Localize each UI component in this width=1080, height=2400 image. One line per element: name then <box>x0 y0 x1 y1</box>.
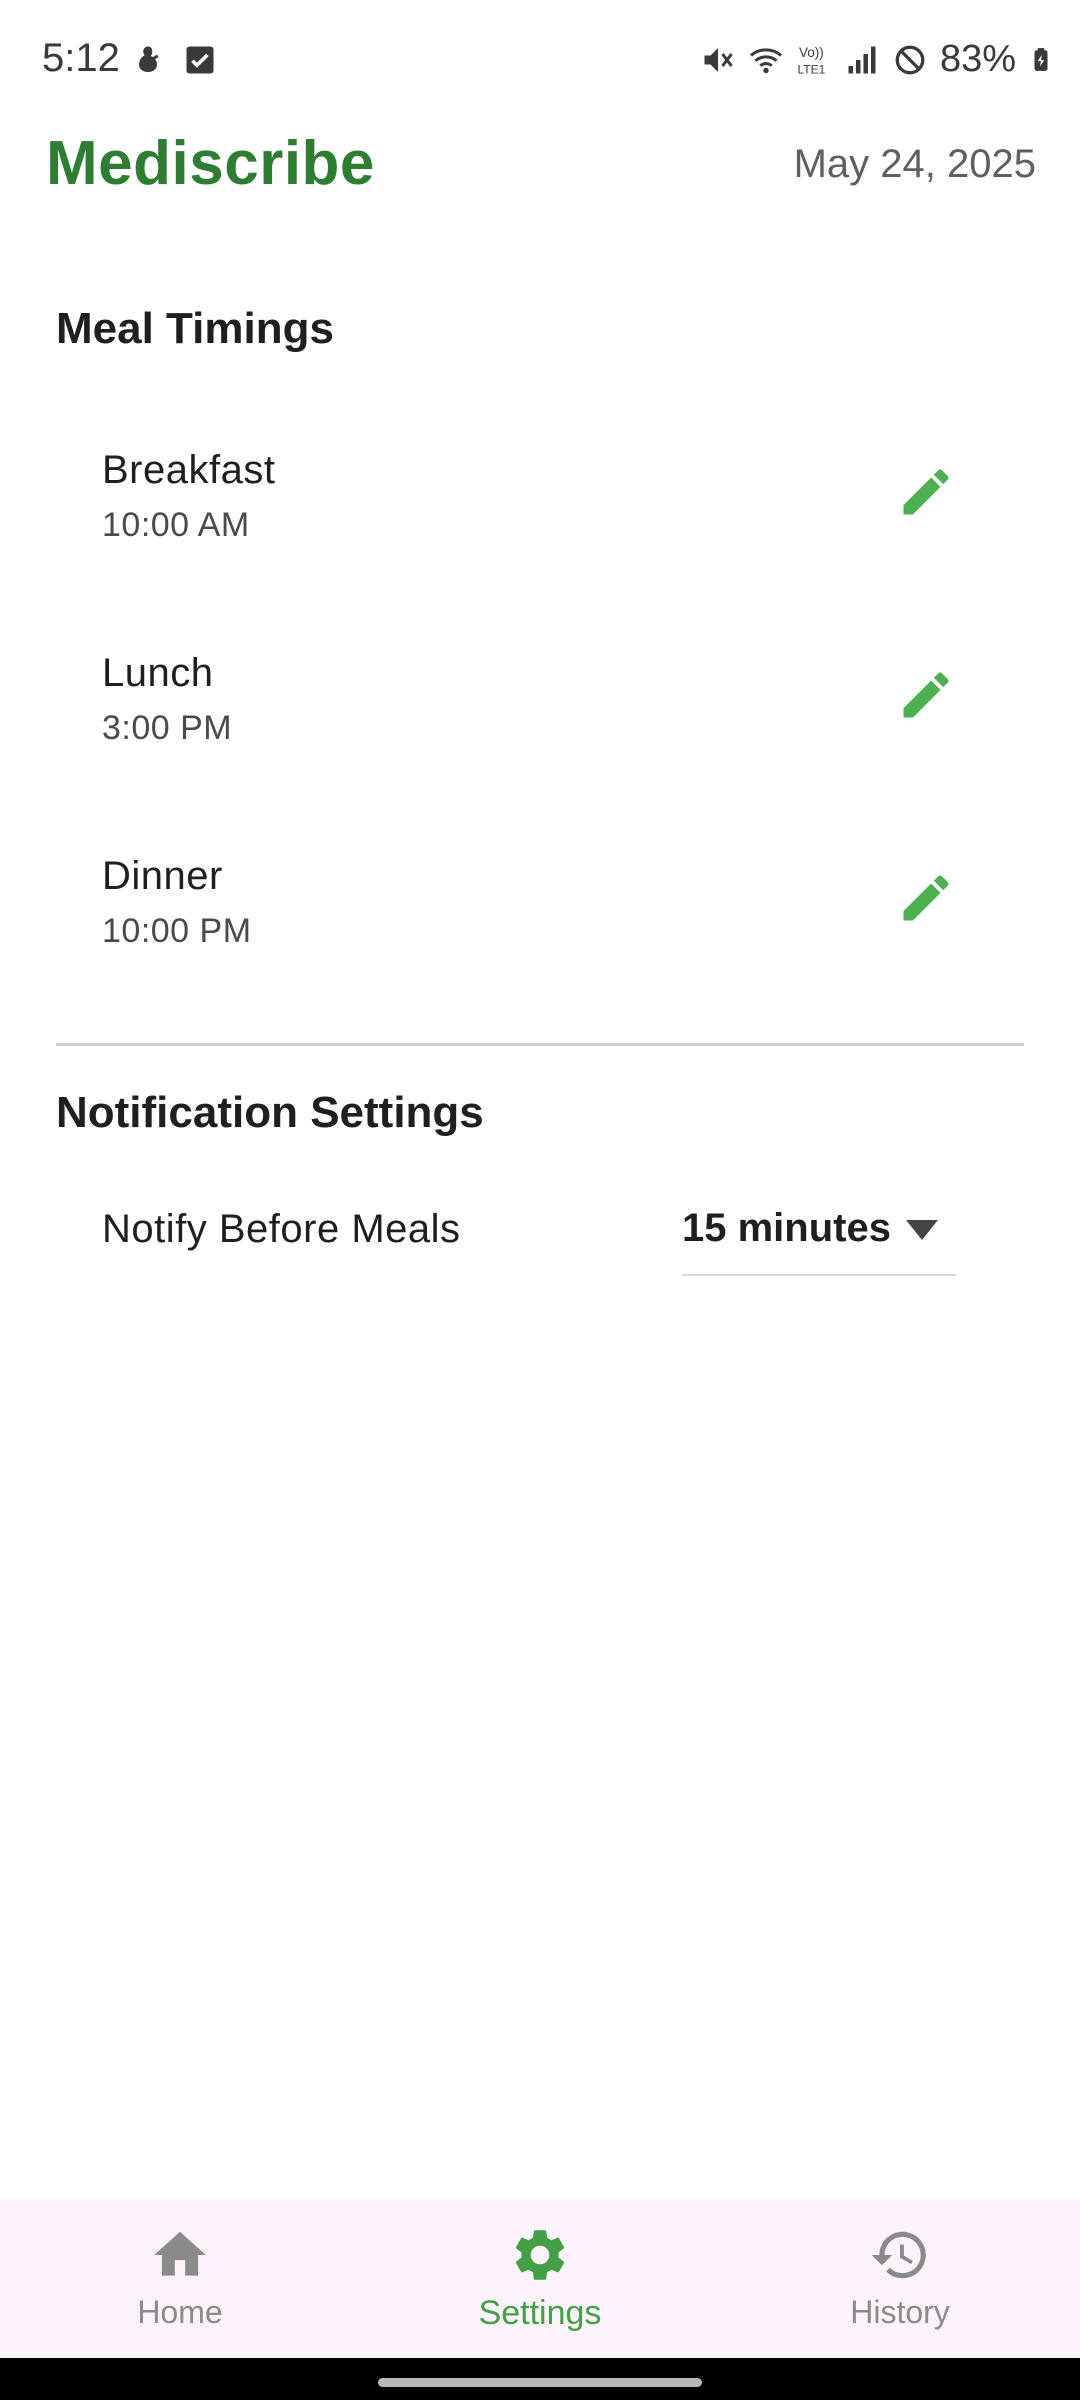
edit-pencil-icon <box>903 469 949 515</box>
meal-time: 10:00 PM <box>102 912 252 950</box>
do-not-disturb-icon <box>895 45 925 74</box>
meal-name: Dinner <box>102 854 223 898</box>
nav-label-history: History <box>850 2294 950 2330</box>
notification-settings-title: Notification Settings <box>56 1088 484 1137</box>
gesture-navigation-area <box>0 2358 1080 2400</box>
edit-dinner-button[interactable] <box>896 868 956 928</box>
svg-text:Vo)): Vo)) <box>799 45 824 60</box>
wifi-icon <box>749 47 782 73</box>
nav-settings[interactable]: Settings <box>360 2200 720 2358</box>
nav-label-settings: Settings <box>478 2294 602 2332</box>
volte-icon: Vo)) LTE1 <box>797 45 825 77</box>
status-bar: 5:12 Vo)) LTE1 83% <box>0 0 1080 120</box>
gear-icon <box>515 2230 565 2280</box>
meal-time: 10:00 AM <box>102 506 250 544</box>
nav-home[interactable]: Home <box>0 2200 360 2358</box>
dropdown-arrow-icon <box>906 1220 938 1240</box>
meal-timings-title: Meal Timings <box>56 304 334 353</box>
notify-before-meals-label: Notify Before Meals <box>102 1207 461 1251</box>
edit-pencil-icon <box>903 672 949 718</box>
svg-text:LTE1: LTE1 <box>797 62 825 76</box>
edit-pencil-icon <box>903 875 949 921</box>
gesture-handle[interactable] <box>378 2378 702 2387</box>
nav-history[interactable]: History <box>720 2200 1080 2358</box>
meal-name: Breakfast <box>102 448 276 492</box>
notify-before-meals-dropdown[interactable]: 15 minutes <box>682 1198 956 1276</box>
nav-label-home: Home <box>137 2294 223 2330</box>
header-date: May 24, 2025 <box>793 142 1036 186</box>
app-notification-icon <box>139 46 159 72</box>
edit-breakfast-button[interactable] <box>896 462 956 522</box>
edit-lunch-button[interactable] <box>896 665 956 725</box>
meal-name: Lunch <box>102 651 214 695</box>
meal-row-lunch: Lunch 3:00 PM <box>56 651 1026 821</box>
checkbox-notification-icon <box>186 46 214 74</box>
meal-row-dinner: Dinner 10:00 PM <box>56 854 1026 1024</box>
signal-icon <box>848 46 876 73</box>
app-title: Mediscribe <box>46 129 375 198</box>
battery-percentage: 83% <box>939 38 1016 80</box>
section-divider <box>56 1043 1024 1046</box>
dropdown-selected-value: 15 minutes <box>682 1206 891 1250</box>
bottom-navigation: Home Settings History <box>0 2200 1080 2358</box>
home-icon <box>154 2231 206 2276</box>
meal-row-breakfast: Breakfast 10:00 AM <box>56 448 1026 618</box>
status-time: 5:12 <box>42 36 120 80</box>
battery-charging-icon <box>1034 47 1048 71</box>
meal-time: 3:00 PM <box>102 709 233 747</box>
history-icon <box>871 2231 926 2279</box>
mute-icon <box>704 47 733 72</box>
